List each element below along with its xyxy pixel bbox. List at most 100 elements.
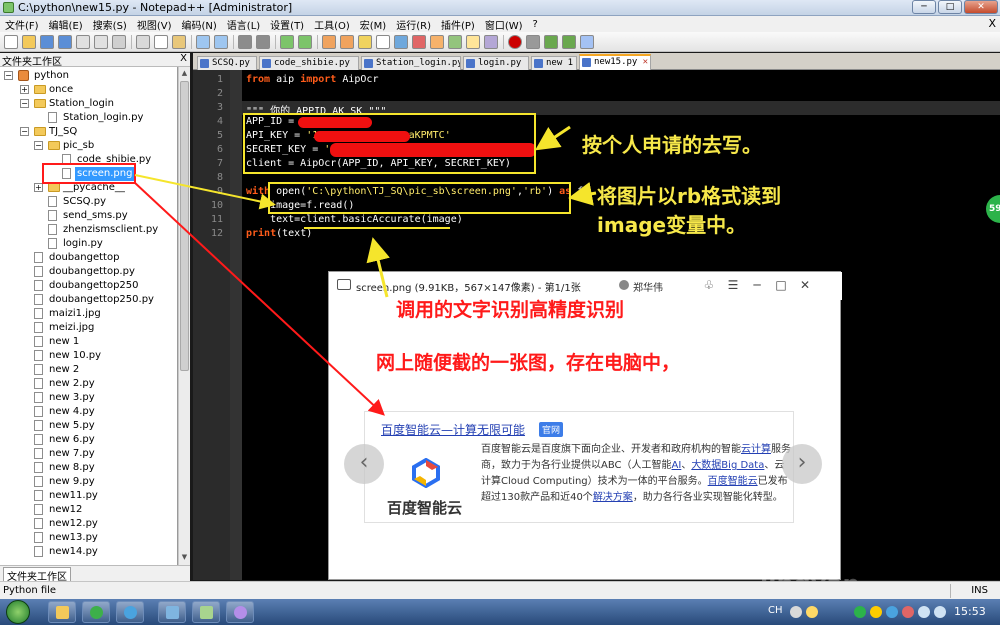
tab-close-icon[interactable]: ✕ bbox=[643, 56, 648, 68]
expand-icon[interactable]: + bbox=[34, 183, 43, 192]
tab-scsq[interactable]: SCSQ.py bbox=[197, 56, 257, 70]
collapse-icon[interactable]: − bbox=[20, 99, 29, 108]
save-icon[interactable] bbox=[40, 35, 54, 49]
card-link-baidu-cloud[interactable]: 百度智能云 bbox=[708, 476, 758, 487]
card-link-ai[interactable]: AI bbox=[672, 460, 682, 471]
prev-image-chevron-left-icon[interactable]: ‹ bbox=[344, 444, 384, 484]
minimize-button[interactable]: ─ bbox=[912, 0, 936, 14]
card-title-link[interactable]: 百度智能云—计算无限可能 bbox=[381, 421, 525, 438]
menu-icon[interactable]: ☰ bbox=[725, 277, 741, 293]
menu-search[interactable]: 搜索(S) bbox=[88, 17, 132, 32]
security-icon[interactable] bbox=[854, 606, 866, 618]
menu-edit[interactable]: 编辑(E) bbox=[44, 17, 88, 32]
code-token: (text) bbox=[276, 228, 313, 239]
file-icon bbox=[34, 364, 43, 375]
menu-run[interactable]: 运行(R) bbox=[391, 17, 436, 32]
card-link-cloud[interactable]: 云计算 bbox=[741, 444, 771, 455]
zoom-in-icon[interactable] bbox=[280, 35, 294, 49]
menu-plugins[interactable]: 插件(P) bbox=[436, 17, 480, 32]
close-file-icon[interactable] bbox=[76, 35, 90, 49]
collapse-icon[interactable]: − bbox=[20, 127, 29, 136]
scroll-down-arrow-icon[interactable]: ▼ bbox=[180, 552, 189, 563]
menu-file[interactable]: 文件(F) bbox=[0, 17, 44, 32]
taskbar-browser-2[interactable] bbox=[116, 601, 144, 623]
sync-vertical-icon[interactable] bbox=[322, 35, 336, 49]
zoom-out-icon[interactable] bbox=[298, 35, 312, 49]
record-macro-icon[interactable] bbox=[508, 35, 522, 49]
close-window-button[interactable]: ✕ bbox=[964, 0, 998, 14]
monitoring-icon[interactable] bbox=[484, 35, 498, 49]
find-icon[interactable] bbox=[238, 35, 252, 49]
tab-code-shibie[interactable]: code_shibie.py bbox=[259, 56, 359, 70]
taskbar-image-viewer[interactable] bbox=[226, 601, 254, 623]
start-button-icon[interactable] bbox=[6, 600, 30, 624]
cut-icon[interactable] bbox=[136, 35, 150, 49]
card-link-bigdata[interactable]: 大数据Big Data bbox=[691, 460, 764, 471]
word-wrap-icon[interactable] bbox=[358, 35, 372, 49]
tab-login[interactable]: login.py bbox=[463, 56, 529, 70]
doc-map-icon[interactable] bbox=[430, 35, 444, 49]
scroll-thumb[interactable] bbox=[180, 81, 189, 371]
ime-indicator[interactable]: CH bbox=[768, 605, 783, 616]
replace-icon[interactable] bbox=[256, 35, 270, 49]
new-file-icon[interactable] bbox=[4, 35, 18, 49]
folder-workspace-icon[interactable] bbox=[466, 35, 480, 49]
redo-icon[interactable] bbox=[214, 35, 228, 49]
menu-macro[interactable]: 宏(M) bbox=[355, 17, 391, 32]
menu-window[interactable]: 窗口(W) bbox=[480, 17, 528, 32]
menu-language[interactable]: 语言(L) bbox=[222, 17, 265, 32]
menu-settings[interactable]: 设置(T) bbox=[265, 17, 309, 32]
save-all-icon[interactable] bbox=[58, 35, 72, 49]
menu-encoding[interactable]: 编码(N) bbox=[177, 17, 222, 32]
scroll-up-arrow-icon[interactable]: ▲ bbox=[180, 68, 189, 79]
maximize-icon[interactable]: □ bbox=[773, 277, 789, 293]
menu-tools[interactable]: 工具(O) bbox=[309, 17, 355, 32]
function-list-icon[interactable] bbox=[448, 35, 462, 49]
tree-label: send_sms.py bbox=[63, 210, 128, 221]
run-macro-multiple-icon[interactable] bbox=[562, 35, 576, 49]
volume-icon[interactable] bbox=[934, 606, 946, 618]
menu-view[interactable]: 视图(V) bbox=[132, 17, 177, 32]
skin-icon[interactable]: ♧ bbox=[701, 277, 717, 293]
collapse-icon[interactable]: − bbox=[34, 141, 43, 150]
cloud-icon[interactable] bbox=[886, 606, 898, 618]
menu-help[interactable]: ? bbox=[528, 19, 543, 30]
taskbar-notepadpp[interactable] bbox=[192, 601, 220, 623]
close-document-button[interactable]: X bbox=[988, 17, 996, 30]
taskbar-remote[interactable] bbox=[158, 601, 186, 623]
paste-icon[interactable] bbox=[172, 35, 186, 49]
expand-icon[interactable]: + bbox=[20, 85, 29, 94]
collapse-icon[interactable]: − bbox=[4, 71, 13, 80]
help-icon[interactable] bbox=[806, 606, 818, 618]
stop-macro-icon[interactable] bbox=[526, 35, 540, 49]
sync-horizontal-icon[interactable] bbox=[340, 35, 354, 49]
network-icon[interactable] bbox=[918, 606, 930, 618]
taskbar-clock[interactable]: 15:53 bbox=[954, 605, 986, 618]
code-token: from bbox=[246, 74, 271, 85]
keyboard-icon[interactable] bbox=[790, 606, 802, 618]
udl-icon[interactable] bbox=[412, 35, 426, 49]
print-icon[interactable] bbox=[112, 35, 126, 49]
update-icon[interactable] bbox=[870, 606, 882, 618]
taskbar-browser[interactable] bbox=[82, 601, 110, 623]
indent-guide-icon[interactable] bbox=[394, 35, 408, 49]
panel-close-button[interactable]: X bbox=[180, 53, 187, 64]
undo-icon[interactable] bbox=[196, 35, 210, 49]
minimize-icon[interactable]: ─ bbox=[749, 277, 765, 293]
card-link-solutions[interactable]: 解决方案 bbox=[593, 492, 633, 503]
copy-icon[interactable] bbox=[154, 35, 168, 49]
close-icon[interactable]: ✕ bbox=[797, 277, 813, 293]
taskbar-explorer[interactable] bbox=[48, 601, 76, 623]
tree-scrollbar[interactable]: ▲ ▼ bbox=[178, 67, 190, 565]
next-image-chevron-right-icon[interactable]: › bbox=[782, 444, 822, 484]
open-file-icon[interactable] bbox=[22, 35, 36, 49]
play-macro-icon[interactable] bbox=[544, 35, 558, 49]
close-all-icon[interactable] bbox=[94, 35, 108, 49]
maximize-button[interactable]: □ bbox=[938, 0, 962, 14]
tab-new15[interactable]: new15.py ✕ bbox=[579, 54, 651, 70]
tab-new-1[interactable]: new 1 bbox=[531, 56, 577, 70]
app-tray-icon[interactable] bbox=[902, 606, 914, 618]
tab-station-login[interactable]: Station_login.py bbox=[361, 56, 461, 70]
show-all-chars-icon[interactable] bbox=[376, 35, 390, 49]
save-macro-icon[interactable] bbox=[580, 35, 594, 49]
